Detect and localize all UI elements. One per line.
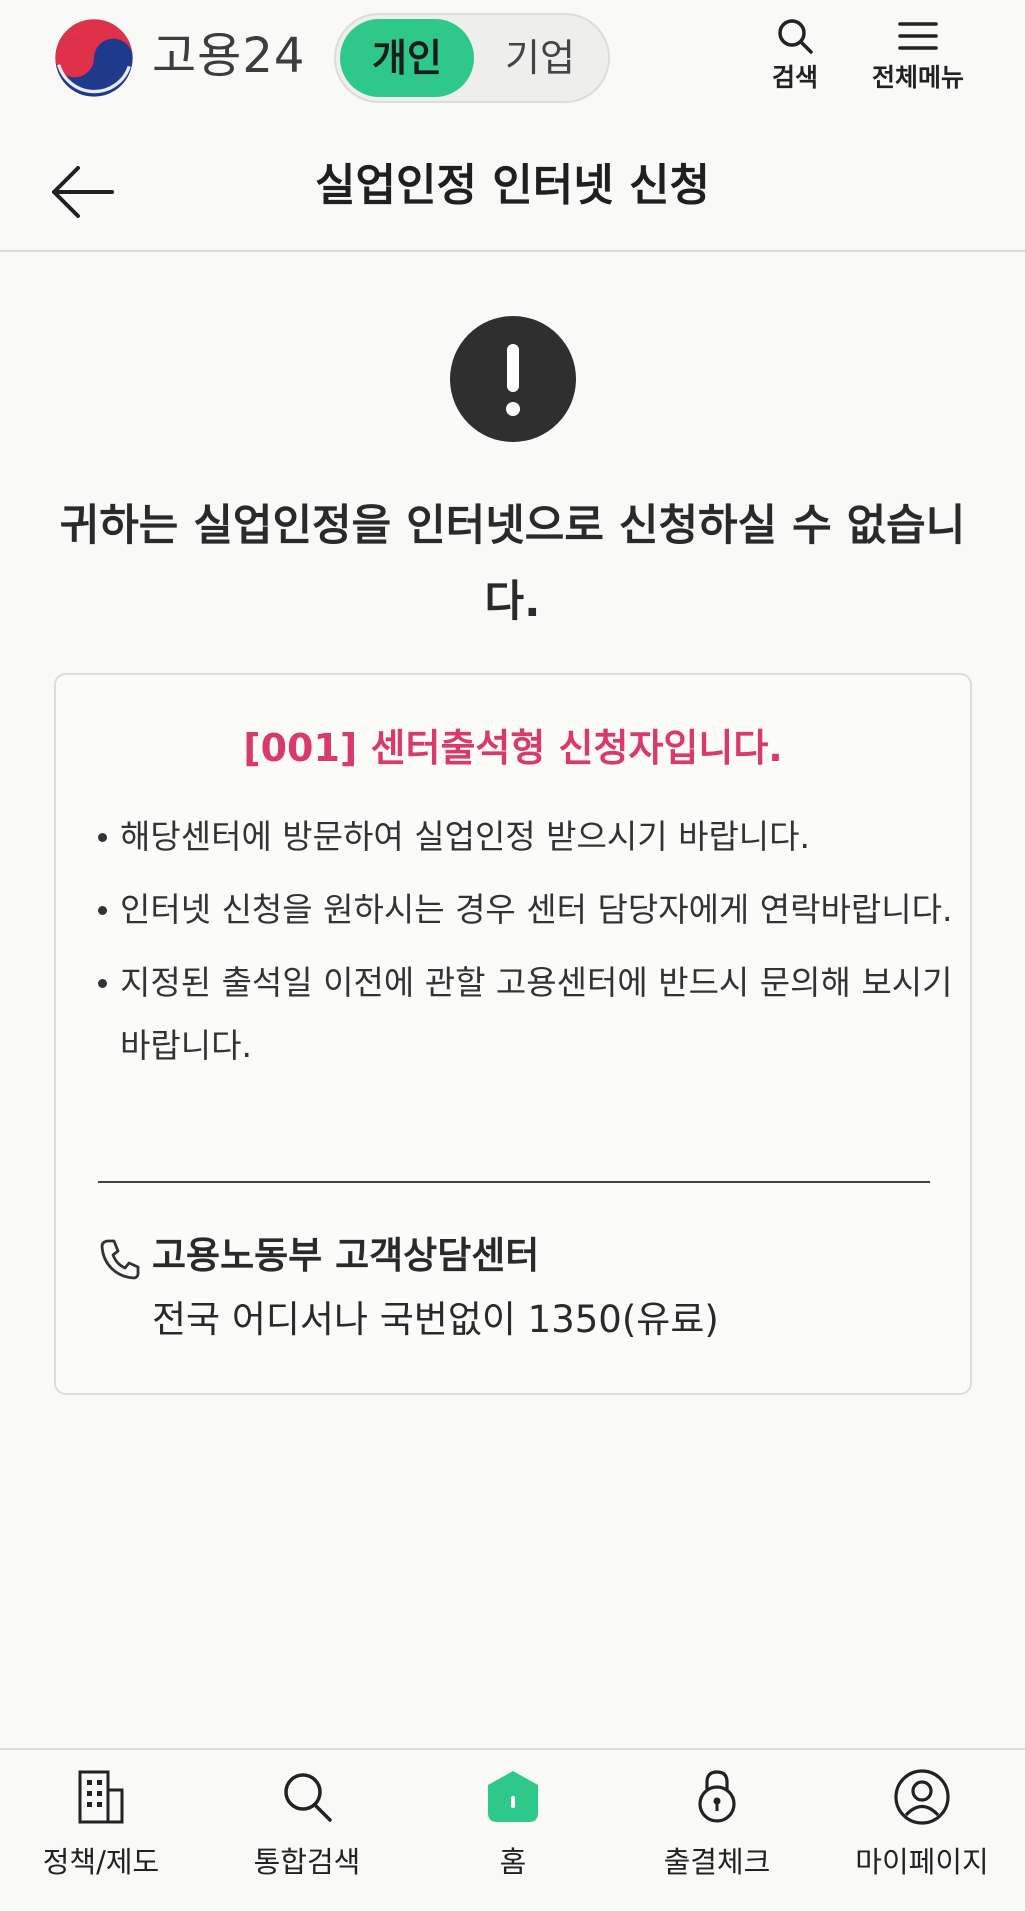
nav-label-attendance: 출결체크 — [663, 1845, 771, 1879]
info-card: [001] 센터출석형 신청자입니다. 해당센터에 방문하여 실업인정 받으시기… — [54, 673, 972, 1395]
exclamation-icon — [450, 316, 576, 442]
header-menu-button[interactable]: 전체메뉴 — [862, 16, 974, 102]
nav-label-policy: 정책/제도 — [42, 1845, 160, 1879]
contact-center-name: 고용노동부 고객상담센터 — [152, 1234, 540, 1277]
phone-icon — [100, 1239, 140, 1280]
bottom-navigation: 정책/제도 통합검색 홈 출결체크 마이페이지 — [0, 1748, 1025, 1911]
list-item: 지정된 출석일 이전에 관할 고용센터에 반드시 문의해 보시기 바랍니다. — [96, 951, 956, 1077]
user-icon — [894, 1769, 950, 1825]
nav-label-home: 홈 — [499, 1845, 527, 1879]
home-icon — [488, 1771, 538, 1822]
divider — [98, 1181, 930, 1183]
error-headline: 귀하는 실업인정을 인터넷으로 신청하실 수 없습니다. — [59, 501, 966, 627]
nav-item-search[interactable]: 통합검색 — [212, 1768, 402, 1898]
page-subheader: 실업인정 인터넷 신청 — [0, 130, 1025, 252]
toggle-business-option[interactable]: 기업 — [476, 19, 604, 97]
back-arrow-icon[interactable] — [48, 160, 118, 224]
card-title: [001] 센터출석형 신청자입니다. — [243, 726, 783, 770]
list-item: 인터넷 신청을 원하시는 경우 센터 담당자에게 연락바랍니다. — [96, 878, 956, 941]
government-logo-icon[interactable] — [52, 16, 136, 100]
search-icon — [284, 1773, 332, 1822]
header-search-button[interactable]: 검색 — [760, 16, 830, 102]
nav-item-policy[interactable]: 정책/제도 — [6, 1768, 196, 1898]
brand-name[interactable]: 고용24 — [152, 26, 305, 86]
menu-label: 전체메뉴 — [871, 63, 964, 92]
nav-label-search: 통합검색 — [253, 1845, 361, 1879]
lock-icon — [698, 1770, 736, 1823]
hamburger-menu-icon — [898, 22, 938, 50]
app-header: 고용24 개인 기업 검색 전체메뉴 — [0, 0, 1025, 120]
toggle-personal-option[interactable]: 개인 — [340, 19, 474, 97]
page-title: 실업인정 인터넷 신청 — [315, 160, 710, 211]
nav-label-mypage: 마이페이지 — [855, 1845, 989, 1879]
building-icon — [78, 1770, 124, 1824]
search-label: 검색 — [771, 63, 818, 92]
nav-item-attendance[interactable]: 출결체크 — [622, 1768, 812, 1898]
list-item: 해당센터에 방문하여 실업인정 받으시기 바랍니다. — [96, 805, 956, 868]
nav-item-home[interactable]: 홈 — [418, 1768, 608, 1898]
search-icon — [778, 19, 813, 54]
contact-center-phone[interactable]: 전국 어디서나 국번없이 1350(유료) — [152, 1293, 719, 1347]
nav-item-mypage[interactable]: 마이페이지 — [827, 1768, 1017, 1898]
user-type-toggle[interactable]: 개인 기업 — [334, 13, 610, 103]
instruction-list: 해당센터에 방문하여 실업인정 받으시기 바랍니다. 인터넷 신청을 원하시는 … — [96, 805, 956, 1087]
